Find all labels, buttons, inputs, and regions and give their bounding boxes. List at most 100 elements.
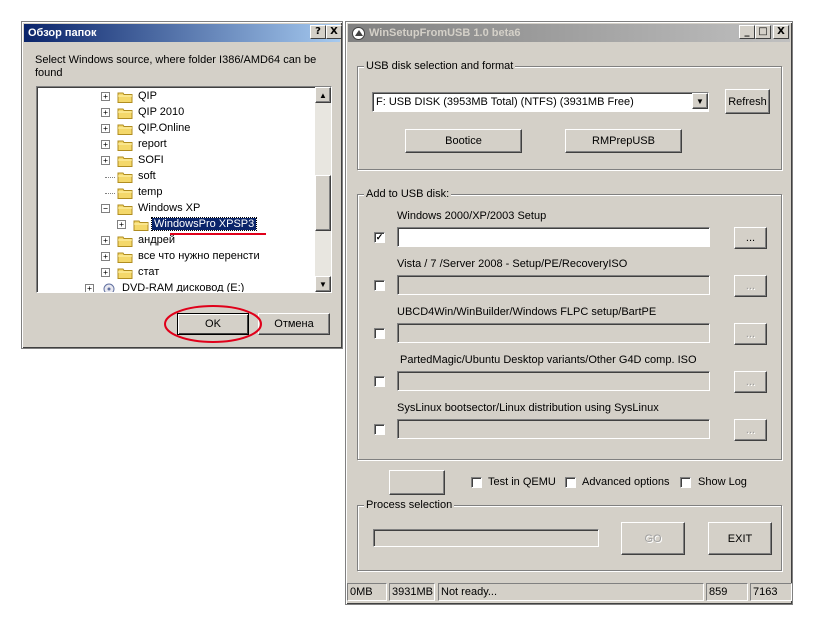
close-button[interactable]: X — [326, 25, 342, 39]
test-qemu-label: Test in QEMU — [488, 476, 556, 488]
collapse-icon[interactable]: − — [101, 204, 110, 213]
browse-description: Select Windows source, where folder I386… — [35, 54, 317, 79]
expand-icon[interactable]: + — [101, 92, 110, 101]
tree-item[interactable]: soft — [37, 169, 317, 185]
expand-icon[interactable]: + — [101, 108, 110, 117]
app-icon — [352, 26, 365, 40]
browse-folder-dialog: Обзор папок ? X Select Windows source, w… — [21, 21, 343, 349]
tree-item[interactable]: − Windows XP — [37, 201, 317, 217]
tree-item[interactable]: + QIP 2010 — [37, 105, 317, 121]
progress-bar — [373, 529, 599, 547]
exit-button[interactable]: EXIT — [708, 522, 772, 555]
go-button[interactable]: GO — [621, 522, 685, 555]
folder-tree[interactable]: + QIP + QIP 2010 + QIP.Online + report + SOFI soft… — [36, 86, 332, 293]
source-path-input[interactable] — [397, 323, 710, 343]
show-log-label: Show Log — [698, 476, 747, 488]
source-path-input[interactable] — [397, 275, 710, 295]
source-label: SysLinux bootsector/Linux distribution u… — [397, 402, 659, 414]
folder-icon — [117, 155, 133, 167]
tree-item[interactable]: + report — [37, 137, 317, 153]
status-cell: 859 — [706, 583, 748, 601]
add-to-usb-group-label: Add to USB disk: — [364, 188, 452, 200]
expand-icon[interactable]: + — [101, 140, 110, 149]
folder-icon — [133, 219, 149, 231]
tree-item[interactable]: + андрей — [37, 233, 317, 249]
scroll-thumb[interactable] — [315, 175, 331, 231]
folder-icon — [117, 171, 133, 183]
expand-icon[interactable]: + — [101, 156, 110, 165]
scroll-down-button[interactable]: ▼ — [315, 276, 331, 292]
tree-item-label: стат — [138, 266, 160, 278]
browse-source-button[interactable]: ... — [734, 419, 767, 441]
dropdown-arrow-icon[interactable]: ▼ — [692, 93, 708, 109]
annotation-ellipse — [164, 305, 262, 343]
expand-icon[interactable]: + — [101, 236, 110, 245]
help-button[interactable]: ? — [310, 25, 326, 39]
expand-icon[interactable]: + — [117, 220, 126, 229]
source-label: UBCD4Win/WinBuilder/Windows FLPC setup/B… — [397, 306, 657, 318]
source-checkbox[interactable] — [374, 328, 385, 339]
tree-scrollbar[interactable]: ▲ ▼ — [315, 87, 331, 292]
tree-item-label: QIP 2010 — [138, 106, 185, 118]
expand-icon[interactable]: + — [101, 252, 110, 261]
process-selection-label: Process selection — [364, 499, 455, 511]
folder-icon — [117, 251, 133, 263]
expand-icon[interactable]: + — [101, 268, 110, 277]
test-qemu-checkbox[interactable] — [471, 477, 482, 488]
main-title: WinSetupFromUSB 1.0 beta6 — [369, 27, 521, 39]
tree-item[interactable]: + SOFI — [37, 153, 317, 169]
tree-item[interactable]: + DVD-RAM дисковод (E:) — [37, 281, 317, 293]
minimize-button[interactable]: _ — [739, 25, 755, 39]
blank-button[interactable] — [389, 470, 445, 495]
tree-item-label: soft — [138, 170, 156, 182]
tree-item-label: report — [138, 138, 167, 150]
tree-item[interactable]: + WindowsPro XPSP3 — [37, 217, 317, 233]
source-checkbox[interactable] — [374, 376, 385, 387]
tree-item[interactable]: + все что нужно перенсти — [37, 249, 317, 265]
disk-select-value: F: USB DISK (3953MB Total) (NTFS) (3931M… — [376, 96, 634, 108]
browse-source-button[interactable]: ... — [734, 275, 767, 297]
bootice-button[interactable]: Bootice — [405, 129, 522, 153]
tree-item-label: DVD-RAM дисковод (E:) — [122, 282, 245, 293]
advanced-options-checkbox[interactable] — [565, 477, 576, 488]
source-checkbox[interactable] — [374, 280, 385, 291]
status-cell: Not ready... — [438, 583, 704, 601]
scroll-up-button[interactable]: ▲ — [315, 87, 331, 103]
browse-source-button[interactable]: ... — [734, 371, 767, 393]
show-log-checkbox[interactable] — [680, 477, 691, 488]
status-cell: 0MB — [347, 583, 387, 601]
folder-icon — [117, 107, 133, 119]
source-path-input[interactable] — [397, 371, 710, 391]
folder-icon — [117, 187, 133, 199]
advanced-options-label: Advanced options — [582, 476, 670, 488]
tree-item[interactable]: + QIP.Online — [37, 121, 317, 137]
maximize-button[interactable]: □ — [755, 25, 771, 39]
source-path-input[interactable] — [397, 419, 710, 439]
tree-item-label: QIP — [138, 90, 157, 102]
cancel-button[interactable]: Отмена — [258, 313, 330, 335]
tree-item-label: WindowsPro XPSP3 — [150, 217, 258, 231]
source-checkbox[interactable] — [374, 424, 385, 435]
browse-source-button[interactable]: ... — [734, 227, 767, 249]
disk-select[interactable]: F: USB DISK (3953MB Total) (NTFS) (3931M… — [372, 92, 709, 112]
source-label: Windows 2000/XP/2003 Setup — [397, 210, 547, 222]
main-window: WinSetupFromUSB 1.0 beta6 _ □ X USB disk… — [345, 21, 793, 605]
browse-source-button[interactable]: ... — [734, 323, 767, 345]
source-path-input[interactable] — [397, 227, 710, 247]
tree-item[interactable]: + стат — [37, 265, 317, 281]
rmprepusb-button[interactable]: RMPrepUSB — [565, 129, 682, 153]
refresh-button[interactable]: Refresh — [725, 89, 770, 114]
source-checkbox[interactable]: ✓ — [374, 232, 385, 243]
main-titlebar[interactable]: WinSetupFromUSB 1.0 beta6 — [348, 24, 790, 42]
annotation-underline — [170, 233, 266, 235]
folder-icon — [117, 267, 133, 279]
folder-icon — [117, 91, 133, 103]
expand-icon[interactable]: + — [101, 124, 110, 133]
tree-item-label: андрей — [138, 234, 175, 246]
tree-item[interactable]: temp — [37, 185, 317, 201]
tree-item[interactable]: + QIP — [37, 89, 317, 105]
usb-disk-group-label: USB disk selection and format — [364, 60, 516, 72]
browse-dialog-titlebar[interactable]: Обзор папок — [24, 24, 340, 42]
main-close-button[interactable]: X — [773, 25, 789, 39]
expand-icon[interactable]: + — [85, 284, 94, 292]
